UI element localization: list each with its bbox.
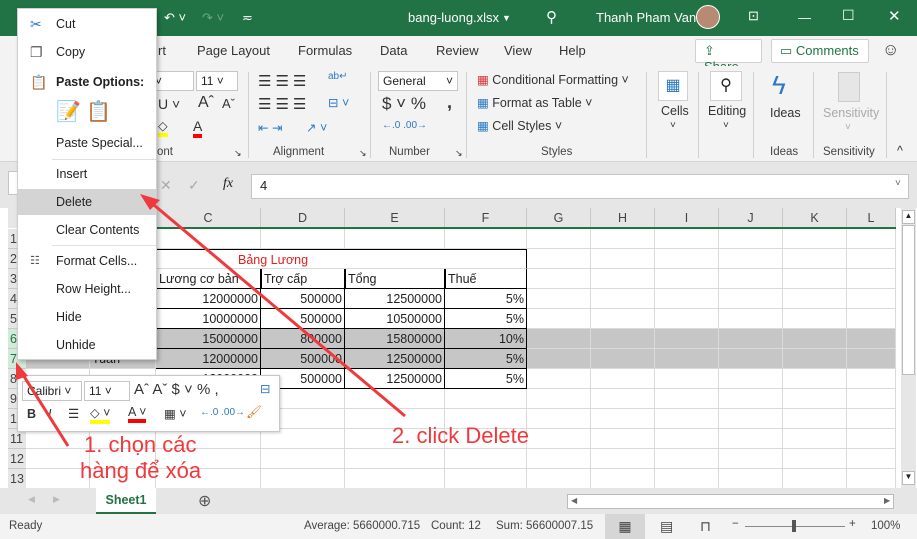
arrow-to-rows: [18, 369, 70, 447]
page-layout-view-icon[interactable]: ▤: [660, 518, 673, 535]
sheet-tab-sheet1[interactable]: Sheet1: [96, 488, 156, 514]
status-bar: Ready Average: 5660000.715 Count: 12 Sum…: [0, 514, 917, 539]
add-sheet-icon[interactable]: ⊕: [198, 491, 211, 511]
annotation-step1-line1: 1. chọn các: [84, 432, 197, 457]
status-sum[interactable]: Sum: 56600007.15: [496, 520, 593, 532]
arrow-to-delete: [147, 198, 406, 418]
scroll-left-icon[interactable]: ◀: [571, 496, 577, 505]
prev-sheet-icon[interactable]: ◀: [28, 494, 35, 505]
status-count[interactable]: Count: 12: [431, 520, 481, 532]
sheet-tab-bar: ◀ ▶ Sheet1 ⊕ ◀ ▶: [0, 488, 917, 514]
status-ready: Ready: [9, 520, 43, 532]
horizontal-scrollbar[interactable]: ◀ ▶: [567, 494, 894, 509]
status-average[interactable]: Average: 5660000.715: [304, 520, 420, 532]
annotation-step1-line2: hàng để xóa: [80, 458, 202, 483]
next-sheet-icon[interactable]: ▶: [53, 494, 60, 505]
normal-view-icon[interactable]: ▦: [605, 514, 645, 539]
zoom-in-icon[interactable]: +: [849, 518, 856, 530]
zoom-out-icon[interactable]: −: [732, 518, 739, 530]
scroll-right-icon[interactable]: ▶: [884, 496, 890, 505]
page-break-view-icon[interactable]: ⊓: [700, 518, 711, 535]
zoom-slider-thumb[interactable]: [792, 520, 796, 532]
zoom-level[interactable]: 100%: [871, 520, 900, 532]
annotation-step2: 2. click Delete: [392, 423, 529, 448]
